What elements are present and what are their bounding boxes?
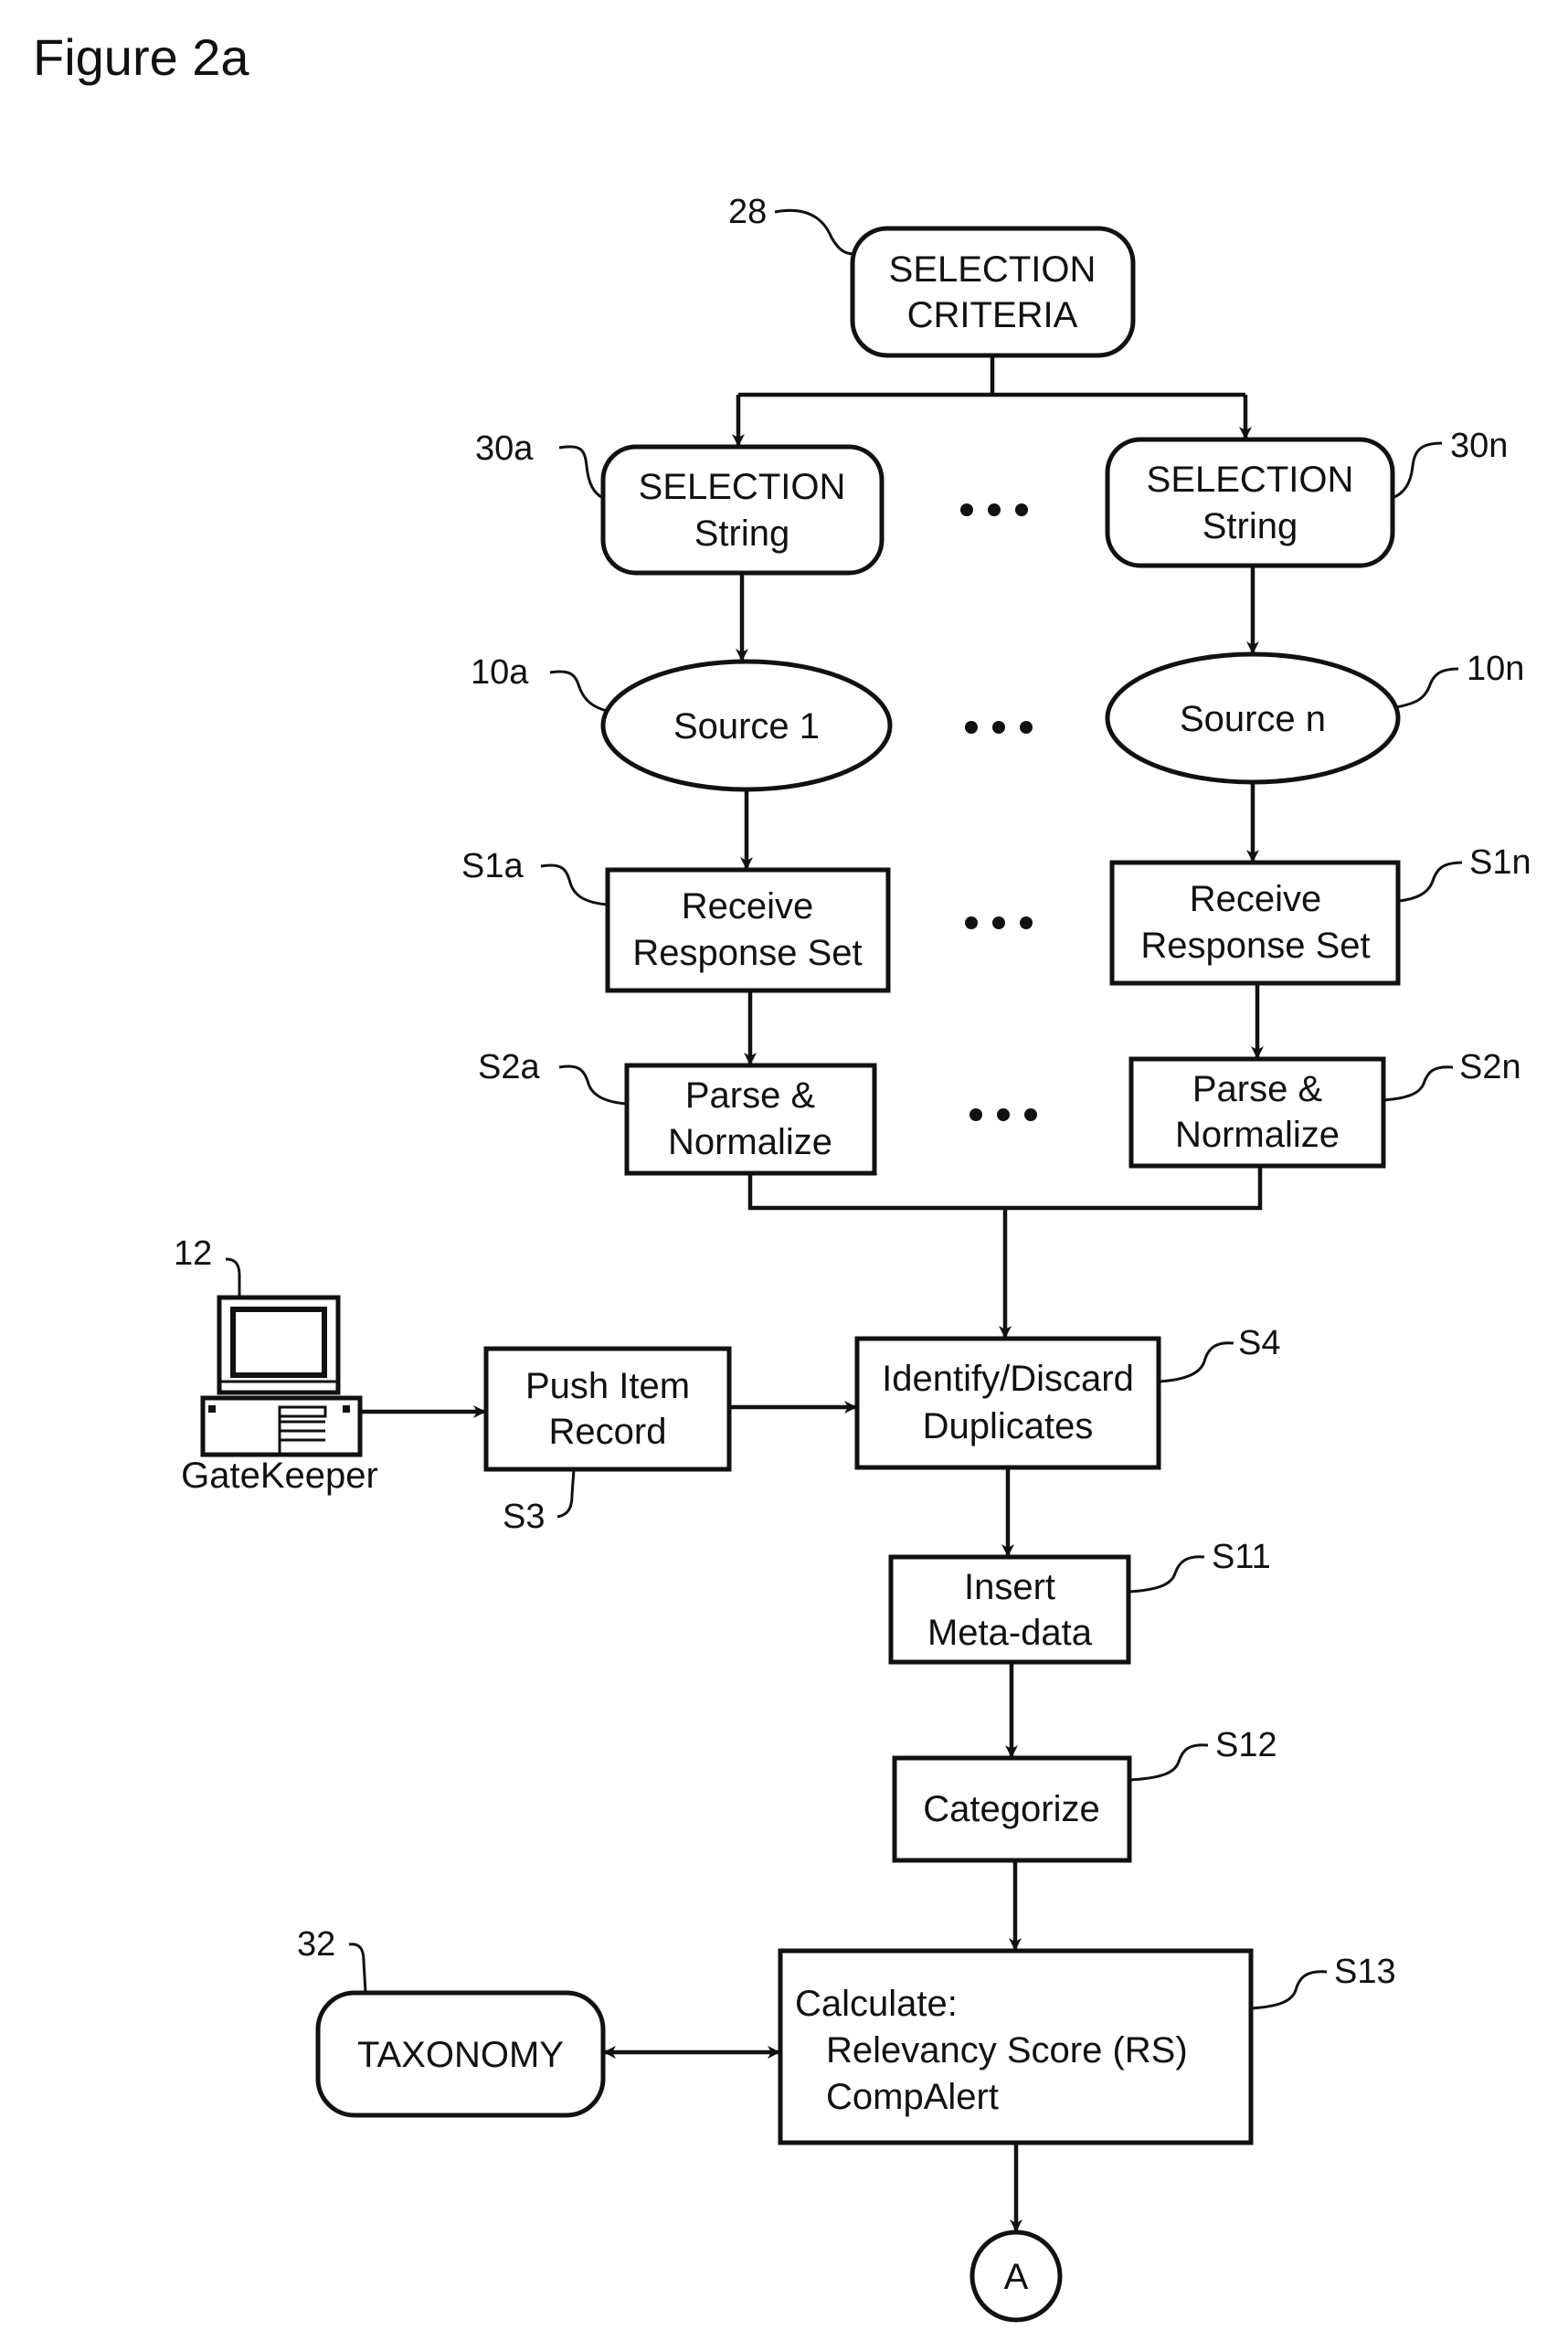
ref-32: 32 [297,1925,335,1964]
ref-S2n: S2n [1459,1048,1521,1086]
source-1-label: Source 1 [673,706,820,747]
ref-S11: S11 [1212,1538,1271,1576]
leader-S13 [1250,1970,1328,2010]
parse-n-line2: Normalize [1175,1115,1340,1155]
source-n-node: Source n [1105,651,1401,785]
insert-line2: Meta-data [927,1613,1093,1653]
ref-S13: S13 [1334,1953,1396,1991]
leader-28 [774,208,855,256]
identify-discard-node: Identify/Discard Duplicates [854,1336,1161,1470]
source-n-label: Source n [1180,699,1326,739]
ref-10a: 10a [471,653,529,692]
leader-12 [225,1257,241,1297]
push-item-line1: Push Item [525,1366,690,1406]
insert-meta-data-node: Insert Meta-data [888,1554,1131,1665]
ref-S1a: S1a [461,847,524,885]
ref-S1n: S1n [1469,843,1531,882]
taxonomy-node: TAXONOMY [315,1990,606,2118]
ref-S2a: S2a [478,1048,540,1086]
ref-S4: S4 [1238,1324,1280,1362]
push-item-record-node: Push Item Record [483,1346,732,1472]
selection-string-a-line2: String [694,514,790,554]
leader-S4 [1158,1341,1234,1383]
figure-title: Figure 2a [33,28,249,86]
ref-10n: 10n [1467,650,1524,688]
ref-S3: S3 [503,1498,545,1536]
selection-string-n-line1: SELECTION [1147,460,1354,500]
ref-12: 12 [174,1234,212,1273]
selection-criteria-box [850,226,1136,358]
receive-n-line2: Response Set [1140,926,1370,966]
leader-10n [1395,667,1459,709]
selection-string-n-box [1105,437,1395,568]
receive-n-line1: Receive [1190,879,1322,919]
parse-normalize-n-node: Parse & Normalize [1128,1056,1386,1169]
selection-string-a-line1: SELECTION [639,467,846,507]
leader-10a [549,670,608,713]
leader-30n [1392,441,1443,500]
parse-n-line1: Parse & [1192,1069,1323,1109]
ref-30n: 30n [1450,427,1508,465]
parse-normalize-a-node: Parse & Normalize [624,1063,877,1176]
leader-S2a [558,1064,628,1106]
calculate-line3: CompAlert [826,2077,999,2117]
connector-a-label: A [1004,2257,1029,2297]
identify-line2: Duplicates [923,1406,1094,1446]
flowchart: Figure 2a SELECTION CRITERIA 28 SELECTIO… [33,28,1531,2323]
push-item-line2: Record [549,1412,667,1452]
selection-string-a-box [600,444,885,576]
computer-icon [200,1295,363,1457]
calculate-node: Calculate: Relevancy Score (RS) CompAler… [778,1948,1254,2145]
parse-a-line1: Parse & [685,1075,816,1116]
leader-S3 [556,1468,576,1519]
receive-a-line2: Response Set [632,933,862,973]
leader-S12 [1128,1743,1209,1782]
ref-30a: 30a [475,429,534,468]
leader-S11 [1128,1555,1205,1594]
leader-32 [348,1943,367,1994]
selection-string-n-node: SELECTION String [1105,437,1395,568]
leader-S1n [1397,861,1463,903]
leader-S1a [540,863,609,906]
parse-a-line2: Normalize [668,1122,832,1162]
identify-line1: Identify/Discard [882,1359,1134,1399]
selection-criteria-line2: CRITERIA [907,295,1078,335]
connector-a-node: A [969,2229,1063,2323]
receive-response-set-n-node: Receive Response Set [1109,860,1401,986]
gatekeeper-label: GateKeeper [181,1456,378,1496]
leader-30a [558,445,604,500]
ellipsis-row-receive [965,916,1033,929]
receive-response-set-a-node: Receive Response Set [605,867,891,993]
ellipsis-row-parse [969,1108,1037,1121]
categorize-label: Categorize [923,1789,1099,1829]
ellipsis-row-sources [965,721,1033,734]
ellipsis-row-strings [960,503,1028,516]
calculate-line2: Relevancy Score (RS) [826,2030,1188,2071]
categorize-node: Categorize [892,1755,1132,1863]
source-1-node: Source 1 [600,659,893,792]
calculate-line1: Calculate: [795,1984,958,2024]
taxonomy-label: TAXONOMY [357,2035,564,2075]
selection-string-a-node: SELECTION String [600,444,885,576]
receive-a-line1: Receive [682,886,814,927]
insert-line1: Insert [964,1567,1055,1607]
leader-S2n [1383,1065,1454,1102]
selection-criteria-node: SELECTION CRITERIA [850,226,1136,358]
figure-canvas: Figure 2a SELECTION CRITERIA 28 SELECTIO… [0,0,1568,2330]
ref-S12: S12 [1215,1726,1277,1764]
ref-28: 28 [728,193,767,231]
selection-string-n-line2: String [1202,506,1298,546]
selection-criteria-line1: SELECTION [889,249,1097,290]
